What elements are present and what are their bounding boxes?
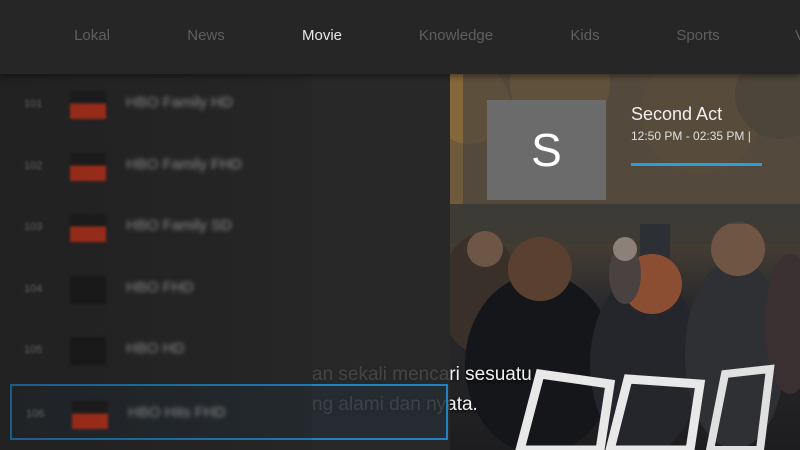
- tab-kids[interactable]: Kids: [570, 27, 599, 44]
- channel-name: HBO FHD: [126, 278, 194, 296]
- channel-name: HBO Hits FHD: [128, 403, 226, 421]
- program-title: Second Act: [631, 104, 723, 124]
- channel-row[interactable]: 104 HBO FHD: [0, 261, 310, 317]
- tab-sports[interactable]: Sports: [676, 27, 719, 44]
- program-logo-tile: S: [487, 100, 606, 200]
- hbo-channel-logo-icon: [70, 91, 106, 119]
- hbo-channel-logo-icon: [70, 152, 106, 181]
- hbo-channel-logo-icon: [72, 400, 108, 429]
- tab-knowledge[interactable]: Knowledge: [419, 27, 493, 44]
- tab-v[interactable]: V: [795, 27, 800, 44]
- hbo-channel-logo-icon: [70, 214, 106, 242]
- program-info-card: S Second Act 12:50 PM - 02:35 PM |: [463, 74, 800, 224]
- channel-name: HBO HD: [126, 340, 185, 357]
- channel-number: 102: [24, 159, 43, 172]
- tab-news[interactable]: News: [187, 27, 225, 44]
- tab-lokal[interactable]: Lokal: [74, 27, 110, 44]
- program-logo-letter: S: [531, 124, 562, 176]
- channel-row[interactable]: 103 HBO Family SD: [0, 199, 310, 255]
- category-bar: Lokal News Movie Knowledge Kids Sports V: [0, 0, 800, 74]
- program-time: 12:50 PM - 02:35 PM |: [631, 129, 751, 143]
- channel-number: 104: [24, 282, 43, 295]
- channel-logo-icon: [70, 337, 106, 365]
- channel-row[interactable]: 105 HBO HD: [0, 322, 310, 378]
- channel-number: 106: [26, 407, 45, 420]
- channel-row[interactable]: 106 HBO Hits FHD: [10, 383, 448, 440]
- channel-name: HBO Family FHD: [126, 155, 242, 173]
- channel-number: 103: [24, 221, 43, 233]
- channel-number: 101: [24, 98, 43, 110]
- channel-number: 105: [24, 344, 43, 356]
- channel-name: HBO Family HD: [126, 94, 233, 111]
- channel-row[interactable]: 102 HBO Family FHD: [0, 138, 310, 194]
- tab-movie[interactable]: Movie: [302, 27, 342, 44]
- channel-name: HBO Family SD: [126, 217, 232, 234]
- channel-logo-icon: [70, 275, 106, 304]
- program-progress-fill: [631, 163, 762, 166]
- channel-row[interactable]: 101 HBO Family HD: [0, 76, 310, 132]
- program-progress-bar: [631, 163, 762, 166]
